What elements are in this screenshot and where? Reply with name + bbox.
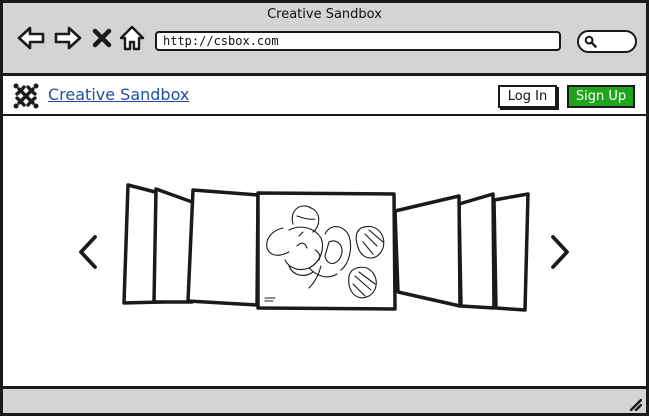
- carousel-slide[interactable]: [186, 188, 260, 307]
- browser-window: Creative Sandbox http://csbox.com Creati…: [0, 0, 649, 416]
- forward-button[interactable]: [53, 23, 83, 53]
- carousel-slide[interactable]: [457, 192, 496, 310]
- window-title: Creative Sandbox: [267, 7, 382, 22]
- resize-grip-icon[interactable]: [626, 395, 642, 411]
- stop-button[interactable]: [90, 25, 114, 51]
- joomla-logo-icon[interactable]: [12, 82, 40, 110]
- close-icon: [92, 28, 112, 48]
- status-bar: [3, 386, 646, 413]
- site-header: Creative Sandbox Log In Sign Up: [3, 76, 646, 116]
- image-carousel: [3, 116, 646, 386]
- site-name-link[interactable]: Creative Sandbox: [48, 85, 189, 104]
- address-bar[interactable]: http://csbox.com: [155, 31, 561, 51]
- back-button[interactable]: [16, 23, 46, 53]
- browser-search-field[interactable]: [577, 30, 637, 53]
- carousel-next-button[interactable]: [543, 226, 577, 274]
- carousel-slide[interactable]: [393, 194, 462, 308]
- home-icon: [119, 25, 145, 51]
- search-icon: [584, 35, 597, 48]
- signup-button[interactable]: Sign Up: [567, 85, 635, 108]
- home-button[interactable]: [117, 23, 147, 53]
- arrow-right-icon: [54, 26, 82, 50]
- login-button[interactable]: Log In: [498, 85, 557, 108]
- carousel-prev-button[interactable]: [69, 226, 103, 274]
- browser-chrome: Creative Sandbox http://csbox.com: [3, 3, 646, 76]
- carousel-slide[interactable]: [492, 192, 530, 312]
- arrow-left-icon: [17, 26, 45, 50]
